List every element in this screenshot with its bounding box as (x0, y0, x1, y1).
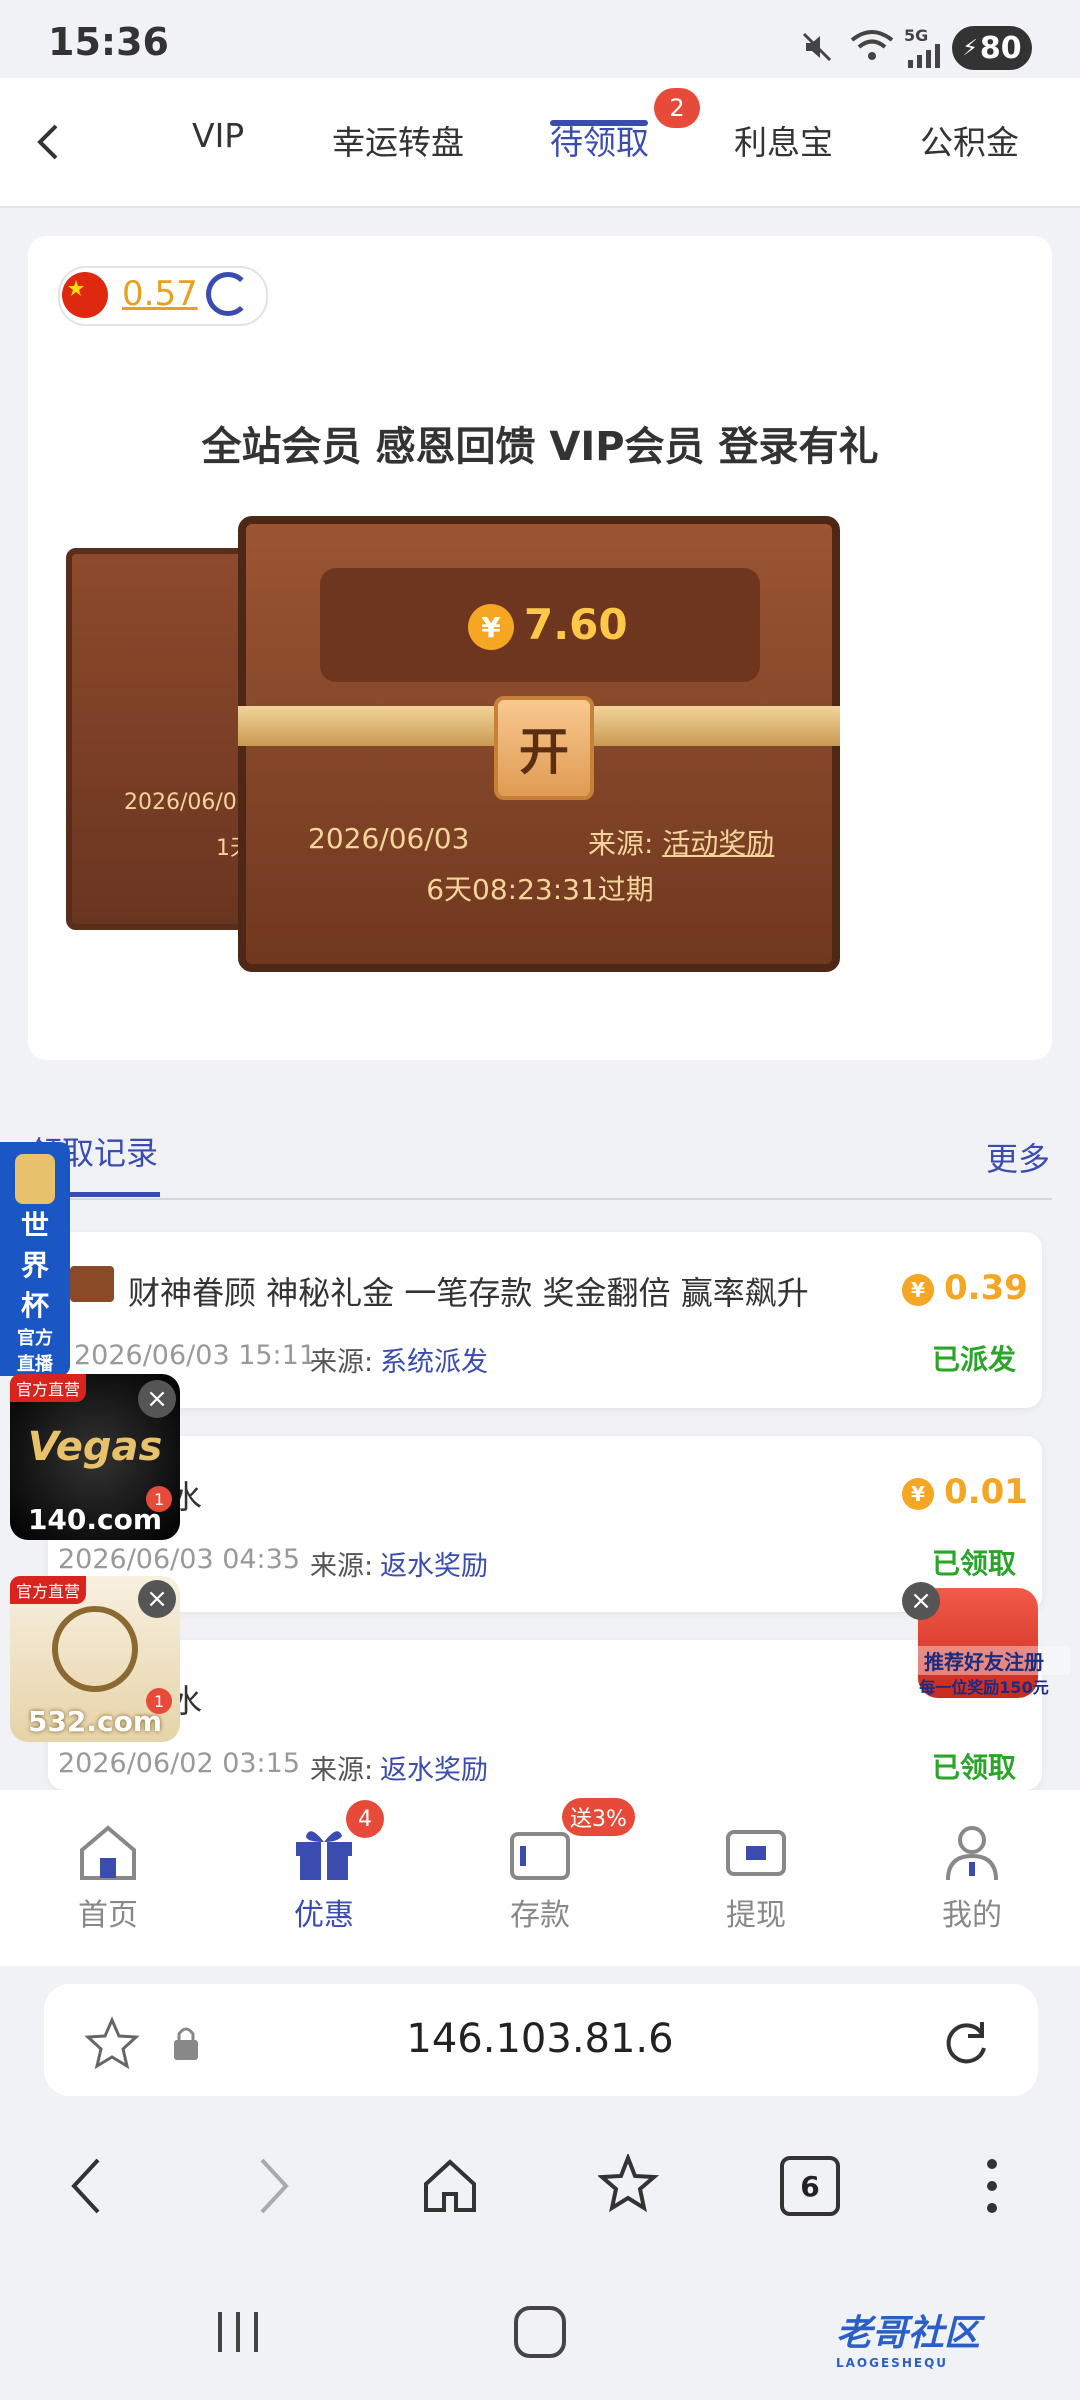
battery-indicator: ⚡ 80 (952, 26, 1032, 70)
close-icon[interactable]: × (138, 1580, 176, 1618)
nav-home[interactable]: 首页 (38, 1890, 178, 1934)
record-source-label: 来源: (310, 1551, 374, 1582)
reload-icon[interactable] (938, 2014, 994, 2070)
record-item[interactable] (48, 1232, 1042, 1408)
more-link[interactable]: 更多 (986, 1134, 1050, 1180)
refresh-icon[interactable] (206, 272, 250, 316)
tab-interest[interactable]: 利息宝 (734, 116, 833, 164)
chest-date: 2026/06/03 (308, 822, 470, 855)
watermark-text: 老哥社区 (836, 2313, 981, 2354)
chest-source-label: 来源: (588, 827, 654, 860)
nav-deposit[interactable]: 存款 (470, 1890, 610, 1934)
yuan-coin-icon: ¥ (902, 1274, 934, 1306)
worldcup-char: 界 (20, 1249, 49, 1282)
tab-active-indicator (550, 120, 648, 126)
recent-apps-icon[interactable] (214, 2310, 262, 2354)
tabs-counter[interactable]: 6 (780, 2156, 840, 2216)
worldcup-official: 官方 (17, 1328, 53, 1349)
record-datetime: 2026/06/02 03:15 (58, 1748, 301, 1779)
records-divider (30, 1198, 1052, 1200)
balance-amount: 0.57 (122, 274, 198, 314)
tab-lucky-wheel[interactable]: 幸运转盘 (332, 116, 464, 164)
status-bar: 15:36 5G ⚡ 80 (0, 0, 1080, 78)
nav-promotions-badge: 4 (346, 1800, 384, 1838)
mute-icon (800, 30, 834, 64)
browser-home-icon[interactable] (420, 2156, 480, 2216)
battery-level: 80 (979, 30, 1022, 66)
china-flag-icon (62, 272, 108, 318)
battery-bolt-icon: ⚡ (962, 35, 978, 61)
vegas-brand: Vegas (27, 1424, 163, 1470)
chest-source-value: 活动奖励 (662, 827, 775, 860)
network-type: 5G (904, 26, 929, 45)
back-icon[interactable] (30, 120, 70, 164)
tab-pending-badge: 2 (654, 88, 700, 128)
back-chest-date: 2026/06/03 (124, 790, 251, 815)
nav-profile[interactable]: 我的 (902, 1890, 1042, 1934)
chest-source: 来源: 活动奖励 (588, 822, 774, 862)
worldcup-char: 杯 (20, 1289, 49, 1322)
worldcup-live: 直播 (17, 1354, 53, 1375)
open-chest-button[interactable]: 开 (494, 696, 594, 800)
gift-icon[interactable] (292, 1822, 356, 1882)
record-source-label: 来源: (310, 1755, 374, 1786)
nav-withdraw[interactable]: 提现 (686, 1890, 826, 1934)
ad-official-tag: 官方直营 (10, 1374, 87, 1402)
record-amount: 0.39 (944, 1268, 1028, 1308)
record-status: 已领取 (932, 1751, 1017, 1784)
record-datetime: 2026/06/03 15:11 (74, 1340, 317, 1371)
record-source: 返水奖励 (380, 1755, 488, 1786)
chest-mini-icon (70, 1266, 114, 1302)
referral-line1: 推荐好友注册 (898, 1646, 1070, 1675)
record-datetime: 2026/06/03 04:35 (58, 1544, 301, 1575)
watermark-sub: LAOGESHEQU (836, 2356, 949, 2370)
signal-icon (908, 44, 942, 68)
user-icon[interactable] (940, 1822, 1004, 1882)
browser-forward-icon[interactable] (254, 2156, 294, 2216)
chest-amount: 7.60 (524, 600, 628, 649)
site532-logo-icon (52, 1606, 138, 1692)
home-icon[interactable] (76, 1822, 140, 1882)
ad-official-tag: 官方直营 (10, 1576, 87, 1604)
tab-vip[interactable]: VIP (192, 116, 244, 155)
record-source: 返水奖励 (380, 1551, 488, 1582)
browser-back-icon[interactable] (66, 2156, 106, 2216)
chest-expire: 6天08:23:31过期 (426, 873, 654, 906)
bookmarks-icon[interactable] (596, 2152, 662, 2218)
close-icon[interactable]: × (138, 1380, 176, 1418)
browser-toolbar (0, 2110, 1080, 2260)
record-name: 财神眷顾 神秘礼金 一笔存款 奖金翻倍 赢率飙升 (128, 1274, 809, 1312)
yuan-coin-icon: ¥ (902, 1478, 934, 1510)
record-source: 系统派发 (380, 1347, 488, 1378)
promo-headline: 全站会员 感恩回馈 VIP会员 登录有礼 (201, 424, 879, 470)
site532-ad-badge: 1 (146, 1688, 173, 1714)
close-icon[interactable]: × (902, 1582, 940, 1620)
record-source-label: 来源: (310, 1347, 374, 1378)
status-time: 15:36 (48, 20, 169, 64)
withdraw-icon[interactable] (724, 1822, 788, 1882)
vegas-ad-badge: 1 (146, 1486, 173, 1512)
nav-promotions[interactable]: 优惠 (254, 1890, 394, 1934)
record-item[interactable] (48, 1436, 1042, 1612)
worldcup-live-ad[interactable]: 世 界 杯 官方 直播 (0, 1142, 70, 1376)
record-amount: 0.01 (944, 1472, 1028, 1512)
yuan-coin-icon: ¥ (468, 604, 514, 650)
tab-bar: VIP 幸运转盘 待领取 利息宝 公积金 (0, 78, 1080, 208)
watermark: 老哥社区 LAOGESHEQU (836, 2304, 1066, 2374)
url-text[interactable]: 146.103.81.6 (0, 2016, 1080, 2062)
tab-fund[interactable]: 公积金 (920, 116, 1019, 164)
nav-deposit-badge: 送3% (562, 1798, 635, 1836)
record-status: 已派发 (932, 1343, 1017, 1376)
worldcup-char: 世 (20, 1209, 49, 1242)
trophy-icon (15, 1154, 55, 1204)
referral-line2: 每一位奖励150元 (919, 1678, 1049, 1697)
record-status: 已领取 (932, 1547, 1017, 1580)
wifi-icon (850, 28, 894, 64)
wallet-icon[interactable] (508, 1822, 572, 1882)
more-menu-icon[interactable] (986, 2158, 998, 2214)
system-home-icon[interactable] (514, 2306, 566, 2358)
